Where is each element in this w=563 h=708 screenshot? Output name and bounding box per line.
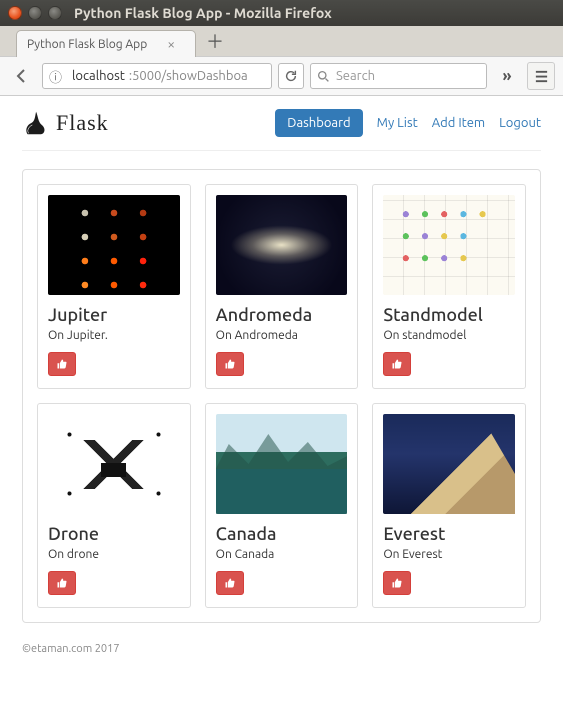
new-tab-button[interactable]: ＋ — [204, 30, 226, 52]
window-title: Python Flask Blog App - Mozilla Firefox — [74, 5, 332, 21]
tab-strip: Python Flask Blog App × ＋ — [0, 26, 563, 56]
reload-button[interactable] — [278, 63, 304, 89]
nav-dashboard[interactable]: Dashboard — [275, 109, 362, 137]
window-maximize-icon[interactable] — [48, 6, 62, 20]
dashboard-card: Drone On drone — [37, 403, 191, 608]
thumbs-up-icon — [56, 577, 68, 589]
thumbs-up-icon — [391, 358, 403, 370]
logo-text: Flask — [56, 110, 109, 136]
window-titlebar: Python Flask Blog App - Mozilla Firefox — [0, 0, 563, 26]
search-icon — [317, 70, 330, 83]
dashboard-card: Jupiter On Jupiter. — [37, 184, 191, 389]
dashboard-card: Standmodel On standmodel — [372, 184, 526, 389]
flask-logo-icon — [22, 108, 52, 138]
window-close-icon[interactable] — [8, 6, 22, 20]
card-thumbnail — [216, 195, 348, 295]
thumbs-up-icon — [56, 358, 68, 370]
overflow-button[interactable]: » — [493, 62, 521, 90]
thumbs-up-icon — [224, 358, 236, 370]
card-title: Andromeda — [216, 305, 313, 325]
back-button[interactable] — [8, 62, 36, 90]
main-nav: Dashboard My List Add Item Logout — [275, 109, 541, 137]
tab-title: Python Flask Blog App — [27, 38, 147, 51]
url-bar[interactable]: ⓘ localhost :5000/showDashboa — [42, 63, 272, 89]
card-thumbnail — [383, 195, 515, 295]
dashboard-card: Everest On Everest — [372, 403, 526, 608]
card-title: Canada — [216, 524, 277, 544]
like-button[interactable] — [48, 571, 76, 595]
url-path: :5000/showDashboa — [129, 69, 248, 83]
thumbs-up-icon — [391, 577, 403, 589]
window-minimize-icon[interactable] — [28, 6, 42, 20]
card-subtitle: On Jupiter. — [48, 329, 108, 342]
like-button[interactable] — [48, 352, 76, 376]
hamburger-menu-button[interactable] — [527, 62, 555, 90]
page-viewport: Flask Dashboard My List Add Item Logout … — [0, 96, 563, 708]
card-thumbnail — [383, 414, 515, 514]
hamburger-icon — [534, 69, 549, 84]
nav-logout[interactable]: Logout — [499, 116, 541, 130]
card-subtitle: On Andromeda — [216, 329, 298, 342]
browser-toolbar: ⓘ localhost :5000/showDashboa Search » — [0, 56, 563, 96]
nav-add-item[interactable]: Add Item — [432, 116, 485, 130]
browser-tab[interactable]: Python Flask Blog App × — [16, 30, 196, 57]
dashboard-panel: Jupiter On Jupiter. Andromeda On Andromeda S… — [22, 169, 541, 623]
search-placeholder: Search — [336, 69, 375, 83]
search-box[interactable]: Search — [310, 63, 487, 89]
dashboard-card: Andromeda On Andromeda — [205, 184, 359, 389]
card-thumbnail — [216, 414, 348, 514]
like-button[interactable] — [216, 571, 244, 595]
site-info-icon[interactable]: ⓘ — [49, 67, 62, 86]
card-thumbnail — [48, 195, 180, 295]
card-thumbnail — [48, 414, 180, 514]
card-title: Drone — [48, 524, 99, 544]
card-subtitle: On drone — [48, 548, 99, 561]
card-subtitle: On Canada — [216, 548, 275, 561]
card-title: Standmodel — [383, 305, 483, 325]
nav-my-list[interactable]: My List — [377, 116, 418, 130]
card-grid: Jupiter On Jupiter. Andromeda On Andromeda S… — [37, 184, 526, 608]
card-title: Jupiter — [48, 305, 107, 325]
tab-close-icon[interactable]: × — [167, 37, 175, 51]
like-button[interactable] — [383, 352, 411, 376]
back-arrow-icon — [14, 68, 30, 84]
thumbs-up-icon — [224, 577, 236, 589]
card-title: Everest — [383, 524, 445, 544]
page-header: Flask Dashboard My List Add Item Logout — [22, 108, 541, 151]
reload-icon — [284, 69, 298, 83]
flask-logo: Flask — [22, 108, 109, 138]
card-subtitle: On standmodel — [383, 329, 466, 342]
card-subtitle: On Everest — [383, 548, 442, 561]
like-button[interactable] — [383, 571, 411, 595]
page-footer: ©etaman.com 2017 — [22, 623, 541, 655]
dashboard-card: Canada On Canada — [205, 403, 359, 608]
url-host: localhost — [72, 69, 125, 83]
like-button[interactable] — [216, 352, 244, 376]
